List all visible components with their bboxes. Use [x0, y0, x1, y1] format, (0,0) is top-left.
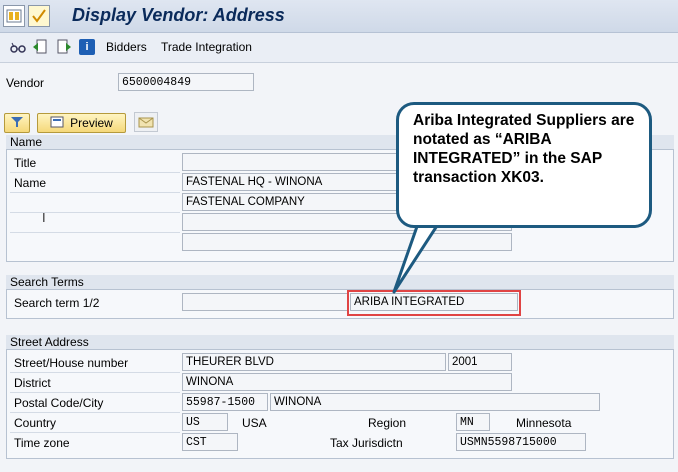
row-divider	[10, 412, 180, 413]
vendor-label: Vendor	[6, 76, 45, 90]
region-name: Minnesota	[516, 416, 572, 430]
city-field[interactable]: WINONA	[270, 393, 600, 411]
search-term-1-field[interactable]	[182, 293, 348, 311]
callout-annotation: Ariba Integrated Suppliers are notated a…	[396, 102, 652, 228]
vendor-field[interactable]: 6500004849	[118, 73, 254, 91]
status-icon[interactable]	[28, 5, 50, 27]
street-address-header: Street Address	[6, 335, 674, 350]
name-label: Name	[14, 176, 47, 190]
name4-field[interactable]	[182, 233, 512, 251]
menu-icon[interactable]	[3, 5, 25, 27]
row-divider	[10, 372, 180, 373]
row-divider	[10, 192, 180, 193]
district-label: District	[14, 376, 51, 390]
tax-jurisdiction-label: Tax Jurisdictn	[330, 436, 403, 450]
envelope-icon	[135, 117, 157, 134]
region-code-field[interactable]: MN	[456, 413, 490, 431]
search-term-label: Search term 1/2	[14, 296, 100, 310]
timezone-field[interactable]: CST	[182, 433, 238, 451]
district-field[interactable]: WINONA	[182, 373, 512, 391]
timezone-label: Time zone	[14, 436, 70, 450]
preview-icon	[50, 116, 64, 131]
postal-code-field[interactable]: 55987-1500	[182, 393, 268, 411]
filter-button[interactable]	[4, 113, 30, 133]
application-toolbar	[0, 33, 678, 63]
row-divider	[10, 212, 180, 213]
document-next-icon[interactable]	[56, 39, 72, 55]
filter-icon	[10, 116, 24, 131]
preview-label: Preview	[70, 116, 113, 130]
postal-city-label: Postal Code/City	[14, 396, 104, 410]
callout-pointer	[392, 218, 444, 294]
page-title: Display Vendor: Address	[72, 5, 285, 25]
tax-jurisdiction-field[interactable]: USMN5598715000	[456, 433, 586, 451]
street-label: Street/House number	[14, 356, 129, 370]
trade-integration-button[interactable]: Trade Integration	[161, 40, 252, 54]
search-terms-header: Search Terms	[6, 275, 674, 290]
glasses-icon[interactable]	[10, 39, 26, 55]
row-divider	[10, 172, 180, 173]
country-label: Country	[14, 416, 57, 430]
other-communication-button[interactable]	[134, 112, 158, 132]
title-label: Title	[14, 156, 37, 170]
row-divider	[10, 432, 180, 433]
info-icon[interactable]: i	[79, 39, 95, 55]
row-divider	[10, 232, 180, 233]
text-cursor-icon: I	[42, 210, 46, 225]
region-label: Region	[368, 416, 407, 430]
country-name: USA	[242, 416, 267, 430]
street-field[interactable]: THEURER BLVD	[182, 353, 446, 371]
house-number-field[interactable]: 2001	[448, 353, 512, 371]
preview-button[interactable]: Preview	[37, 113, 126, 133]
row-divider	[10, 392, 180, 393]
country-code-field[interactable]: US	[182, 413, 228, 431]
bidders-button[interactable]: Bidders	[106, 40, 147, 54]
document-prev-icon[interactable]	[32, 39, 48, 55]
